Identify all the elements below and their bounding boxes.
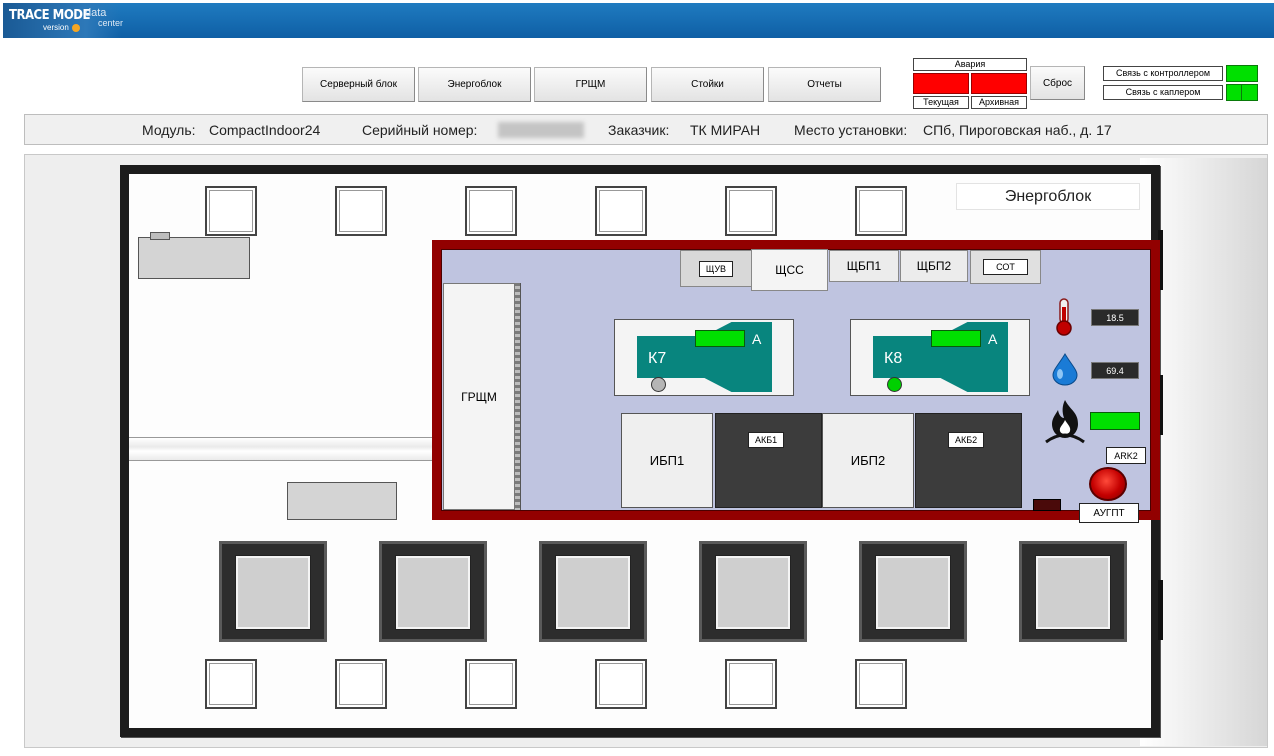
archive-alarm-label: Архивная [971, 96, 1027, 109]
server-rack-door [556, 556, 630, 629]
ac-unit-k8-mode: А [988, 331, 998, 347]
fire-icon [1045, 400, 1085, 444]
shchuv-label: ЩУВ [698, 260, 734, 277]
customer-value: ТК МИРАН [690, 122, 761, 138]
title-bar [3, 3, 1274, 38]
sot-panel[interactable]: СОТ [970, 250, 1041, 284]
sot-label: СОТ [983, 259, 1028, 275]
server-rack[interactable] [859, 541, 967, 642]
water-drop-icon [1052, 353, 1078, 386]
rack-slot[interactable] [855, 659, 907, 709]
server-rack[interactable] [699, 541, 807, 642]
ac-unit-k8[interactable]: К8 А [850, 319, 1030, 396]
serial-value-redacted [498, 122, 584, 138]
reset-button[interactable]: Сброс [1030, 66, 1085, 100]
augpt-label: АУГПТ [1079, 503, 1139, 523]
server-rack-door [396, 556, 470, 629]
logo-center-text: center [98, 18, 124, 28]
humidity-value: 69.4 [1091, 362, 1139, 379]
alarm-title-label: Авария [913, 58, 1027, 71]
ac-unit-k7-label: К7 [648, 350, 667, 367]
small-panel [1033, 499, 1061, 511]
rack-slot[interactable] [595, 659, 647, 709]
ups-2[interactable]: ИБП2 [822, 413, 914, 508]
rack-slot[interactable] [465, 659, 517, 709]
trace-mode-logo: TRACE MODE version data center [3, 3, 124, 38]
coupler-connection-label: Связь с каплером [1103, 85, 1223, 100]
nav-server-block-button[interactable]: Серверный блок [302, 67, 415, 102]
battery-1[interactable]: АКБ1 [715, 413, 822, 508]
logo-main-text: TRACE MODE [9, 8, 90, 23]
rack-slot[interactable] [335, 186, 387, 236]
rack-slot[interactable] [855, 186, 907, 236]
server-rack-door [716, 556, 790, 629]
nav-grshm-button[interactable]: ГРЩМ [534, 67, 647, 102]
fire-alarm-button[interactable] [1089, 467, 1127, 501]
shchuv-panel[interactable]: ЩУВ [680, 250, 752, 287]
battery-2[interactable]: АКБ2 [915, 413, 1022, 508]
server-rack-door [1036, 556, 1110, 629]
nav-reports-button[interactable]: Отчеты [768, 67, 881, 102]
server-rack-door [236, 556, 310, 629]
ac-unit-k7-indicator [651, 377, 666, 392]
ac-unit-k7-status [695, 330, 745, 347]
coupler-connection-indicator [1226, 84, 1258, 101]
module-value: CompactIndoor24 [209, 122, 321, 138]
logo-version-badge [72, 24, 80, 32]
shchbp2-panel[interactable]: ЩБП2 [900, 250, 968, 282]
archive-alarm-indicator[interactable] [971, 73, 1027, 94]
nav-energy-block-button[interactable]: Энергоблок [418, 67, 531, 102]
ac-unit-k7[interactable]: К7 А [614, 319, 794, 396]
app-root: TRACE MODE version data center Серверный… [0, 0, 1274, 756]
rack-slot[interactable] [725, 659, 777, 709]
temperature-value: 18.5 [1091, 309, 1139, 326]
current-alarm-indicator[interactable] [913, 73, 969, 94]
container-edge-tab [1158, 580, 1163, 640]
wall-unit-bracket [150, 232, 170, 240]
grshm-panel-edge [515, 283, 521, 510]
server-rack[interactable] [1019, 541, 1127, 642]
location-value: СПб, Пироговская наб., д. 17 [923, 122, 1112, 138]
controller-connection-indicator [1226, 65, 1258, 82]
rack-slot[interactable] [595, 186, 647, 236]
fire-sensor-status [1090, 412, 1140, 430]
energy-block-title: Энергоблок [956, 183, 1140, 210]
battery-2-label: АКБ2 [948, 432, 985, 448]
thermometer-icon [1056, 298, 1072, 336]
wall-unit [138, 237, 250, 279]
module-label: Модуль: [142, 122, 196, 138]
rack-slot[interactable] [335, 659, 387, 709]
ups-1[interactable]: ИБП1 [621, 413, 713, 508]
rack-slot[interactable] [465, 186, 517, 236]
customer-label: Заказчик: [608, 122, 670, 138]
corridor-partition [129, 437, 434, 461]
ac-unit-k7-mode: А [752, 331, 762, 347]
nav-racks-button[interactable]: Стойки [651, 67, 764, 102]
rack-slot[interactable] [725, 186, 777, 236]
rack-slot[interactable] [205, 186, 257, 236]
shchss-panel[interactable]: ЩСС [751, 249, 828, 291]
rack-slot[interactable] [205, 659, 257, 709]
shchbp1-panel[interactable]: ЩБП1 [829, 250, 899, 282]
controller-connection-label: Связь с контроллером [1103, 66, 1223, 81]
location-label: Место установки: [794, 122, 908, 138]
ac-unit-k8-label: К8 [884, 350, 903, 367]
server-rack[interactable] [539, 541, 647, 642]
logo-version-text: version [43, 23, 69, 32]
server-rack[interactable] [379, 541, 487, 642]
ac-unit-k8-indicator [887, 377, 902, 392]
server-rack[interactable] [219, 541, 327, 642]
wall-unit [287, 482, 397, 520]
info-bar: Модуль: CompactIndoor24 Серийный номер: … [24, 114, 1268, 145]
ark-label: ARK2 [1106, 447, 1146, 464]
serial-label: Серийный номер: [362, 122, 478, 138]
server-rack-door [876, 556, 950, 629]
battery-1-label: АКБ1 [748, 432, 785, 448]
ac-unit-k8-status [931, 330, 981, 347]
grshm-panel[interactable]: ГРЩМ [443, 283, 515, 510]
current-alarm-label: Текущая [913, 96, 969, 109]
